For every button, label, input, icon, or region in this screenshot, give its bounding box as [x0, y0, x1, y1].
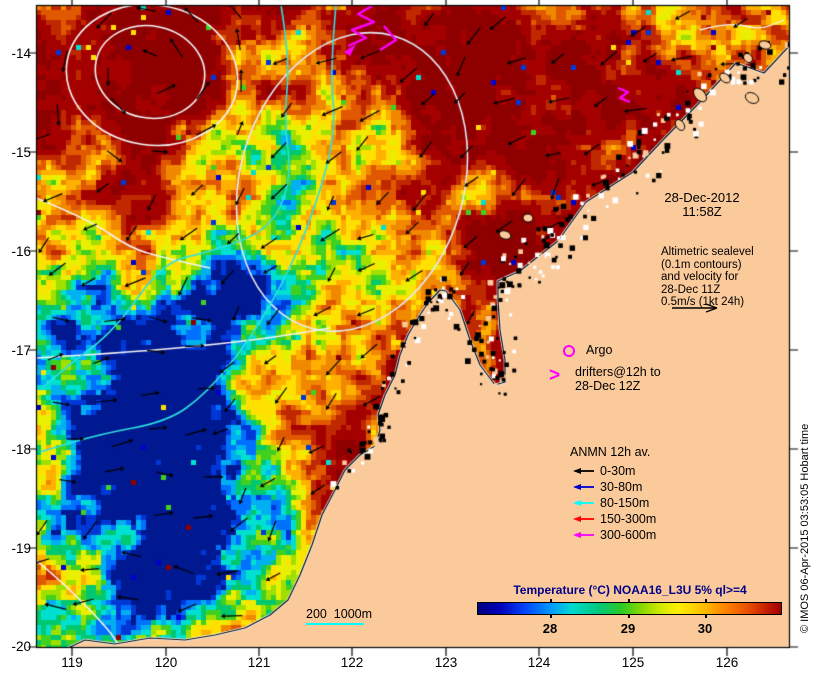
colorbar-tick-label: 30 [697, 621, 713, 636]
lon-tick-label: 124 [527, 655, 551, 670]
bathymetry-key-label: 200 1000m [306, 607, 373, 621]
colorbar-tick-label: 28 [542, 621, 558, 636]
lon-tick-label: 120 [154, 655, 178, 670]
altimetric-line: and velocity for [661, 271, 739, 284]
anmn-legend-item: 80-150m [570, 495, 656, 511]
colorbar-tick [705, 614, 707, 618]
timestamp-time: 11:58Z [682, 204, 722, 219]
timestamp-date: 28-Dec-2012 [664, 190, 740, 205]
argo-label: Argo [586, 343, 613, 357]
altimetric-note: Altimetric sealevel (0.1m contours) and … [661, 246, 754, 309]
colorbar [477, 599, 782, 618]
drifter-arrow-icon: > [549, 365, 561, 386]
anmn-legend-item: 0-30m [570, 463, 656, 479]
anmn-legend-item: 150-300m [570, 511, 656, 527]
colorbar-title: Temperature (°C) NOAA16_L3U 5% ql>=4 [513, 583, 747, 597]
lat-tick-label: -18 [11, 442, 31, 457]
sst-map-figure: 119 120 121 122 123 124 125 126 -14 -15 … [0, 0, 820, 680]
anmn-item-label: 80-150m [600, 496, 650, 510]
left-arrow-icon [573, 484, 594, 490]
colorbar-tick [550, 599, 552, 603]
anmn-item-label: 150-300m [600, 512, 657, 526]
lon-tick-label: 126 [715, 655, 739, 670]
lon-tick-label: 122 [340, 655, 364, 670]
altimetric-line: Altimetric sealevel [661, 246, 754, 258]
lon-tick-label: 119 [61, 655, 83, 670]
anmn-item-label: 0-30m [600, 464, 636, 478]
left-arrow-icon [573, 532, 594, 538]
sst-map-canvas [0, 0, 820, 680]
argo-marker-icon [563, 345, 575, 357]
imos-credit: © IMOS 06-Apr-2015 03:53:05 Hobart time [799, 423, 811, 633]
anmn-legend: ANMN 12h av. 0-30m 30-80m 80-150m 150-30… [570, 445, 656, 543]
velocity-scale-arrow-icon [672, 303, 718, 313]
lat-tick-label: -19 [11, 541, 31, 556]
colorbar-tick [628, 614, 630, 618]
anmn-legend-item: 300-600m [570, 527, 656, 543]
altimetric-line: 28-Dec 11Z [661, 283, 721, 296]
lat-tick-label: -15 [11, 145, 31, 160]
colorbar-tick [628, 599, 630, 603]
altimetric-line: (0.1m contours) [661, 258, 742, 271]
lon-tick-label: 123 [434, 655, 458, 670]
left-arrow-icon [573, 500, 594, 506]
lat-tick-label: -14 [11, 46, 31, 61]
left-arrow-icon [573, 516, 594, 522]
bathymetry-key-line [306, 623, 364, 625]
lat-tick-label: -17 [11, 343, 31, 358]
left-arrow-icon [573, 468, 594, 474]
anmn-item-label: 300-600m [600, 528, 657, 542]
timestamp-annotation: 28-Dec-2012 11:58Z [650, 191, 754, 219]
colorbar-tick [705, 599, 707, 603]
drifters-label: drifters@12h to 28-Dec 12Z [575, 365, 661, 393]
lon-tick-label: 125 [621, 655, 645, 670]
colorbar-tick [550, 614, 552, 618]
lon-tick-label: 121 [247, 655, 271, 670]
colorbar-tick-label: 29 [620, 621, 636, 636]
lat-tick-label: -16 [11, 244, 31, 259]
lat-tick-label: -20 [11, 639, 31, 654]
anmn-item-label: 30-80m [600, 480, 643, 494]
anmn-legend-title: ANMN 12h av. [570, 445, 651, 459]
anmn-legend-item: 30-80m [570, 479, 656, 495]
